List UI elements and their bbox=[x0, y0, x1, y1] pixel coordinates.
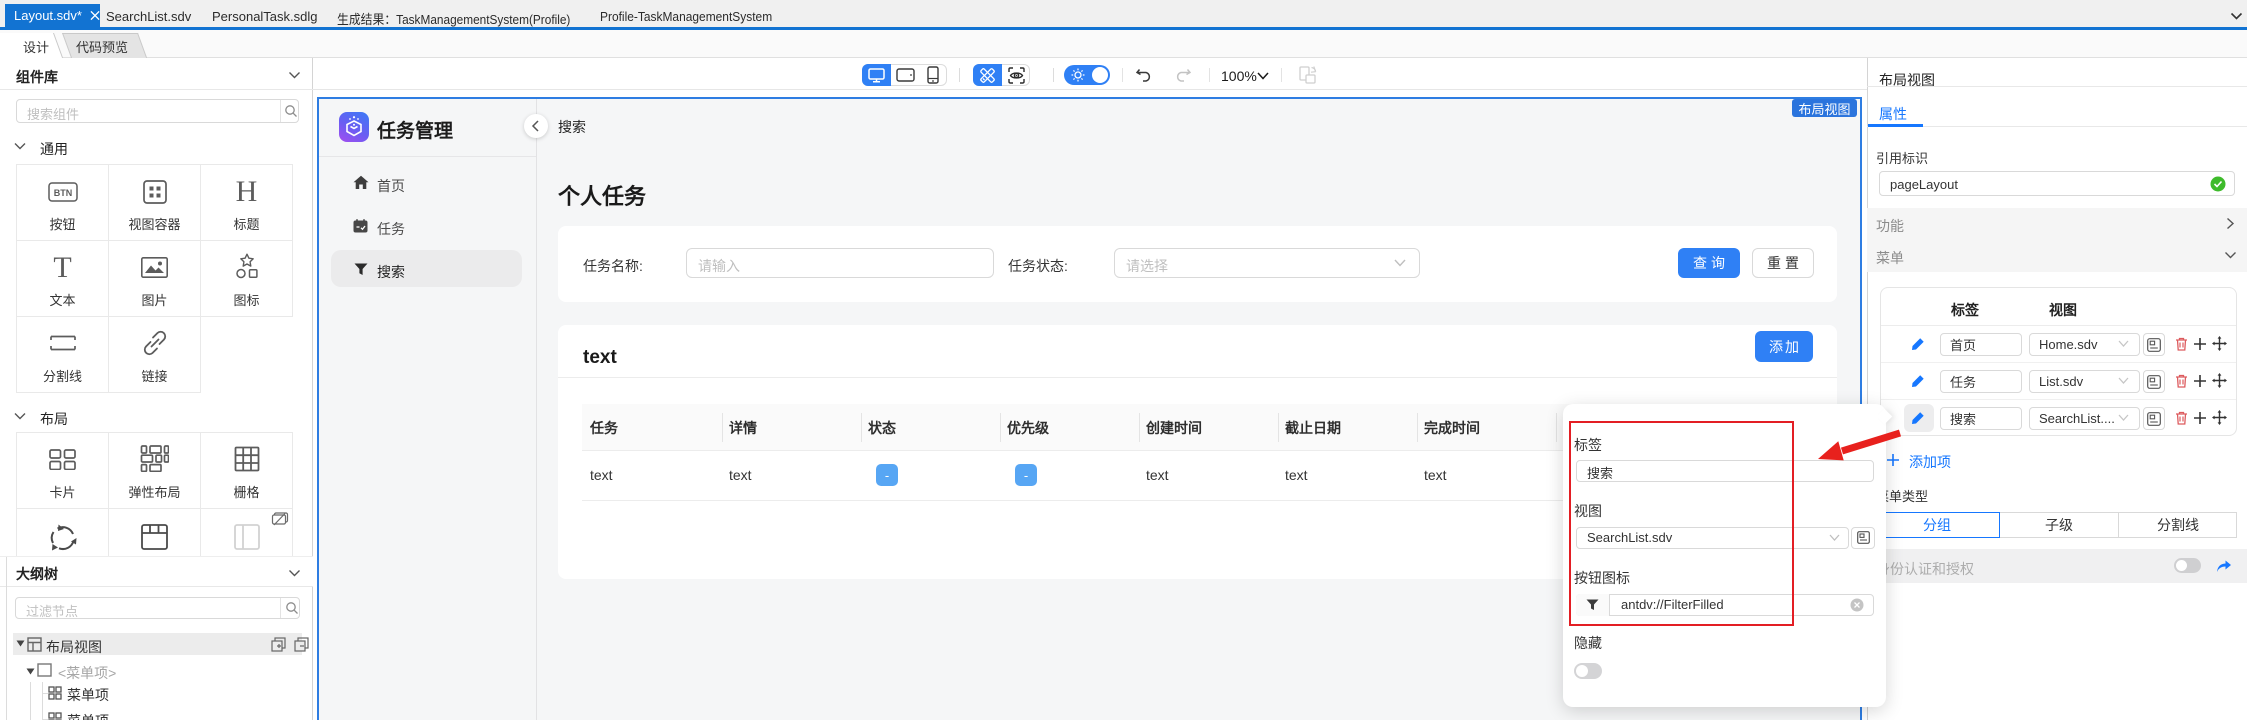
svg-text:BTN: BTN bbox=[53, 188, 72, 198]
